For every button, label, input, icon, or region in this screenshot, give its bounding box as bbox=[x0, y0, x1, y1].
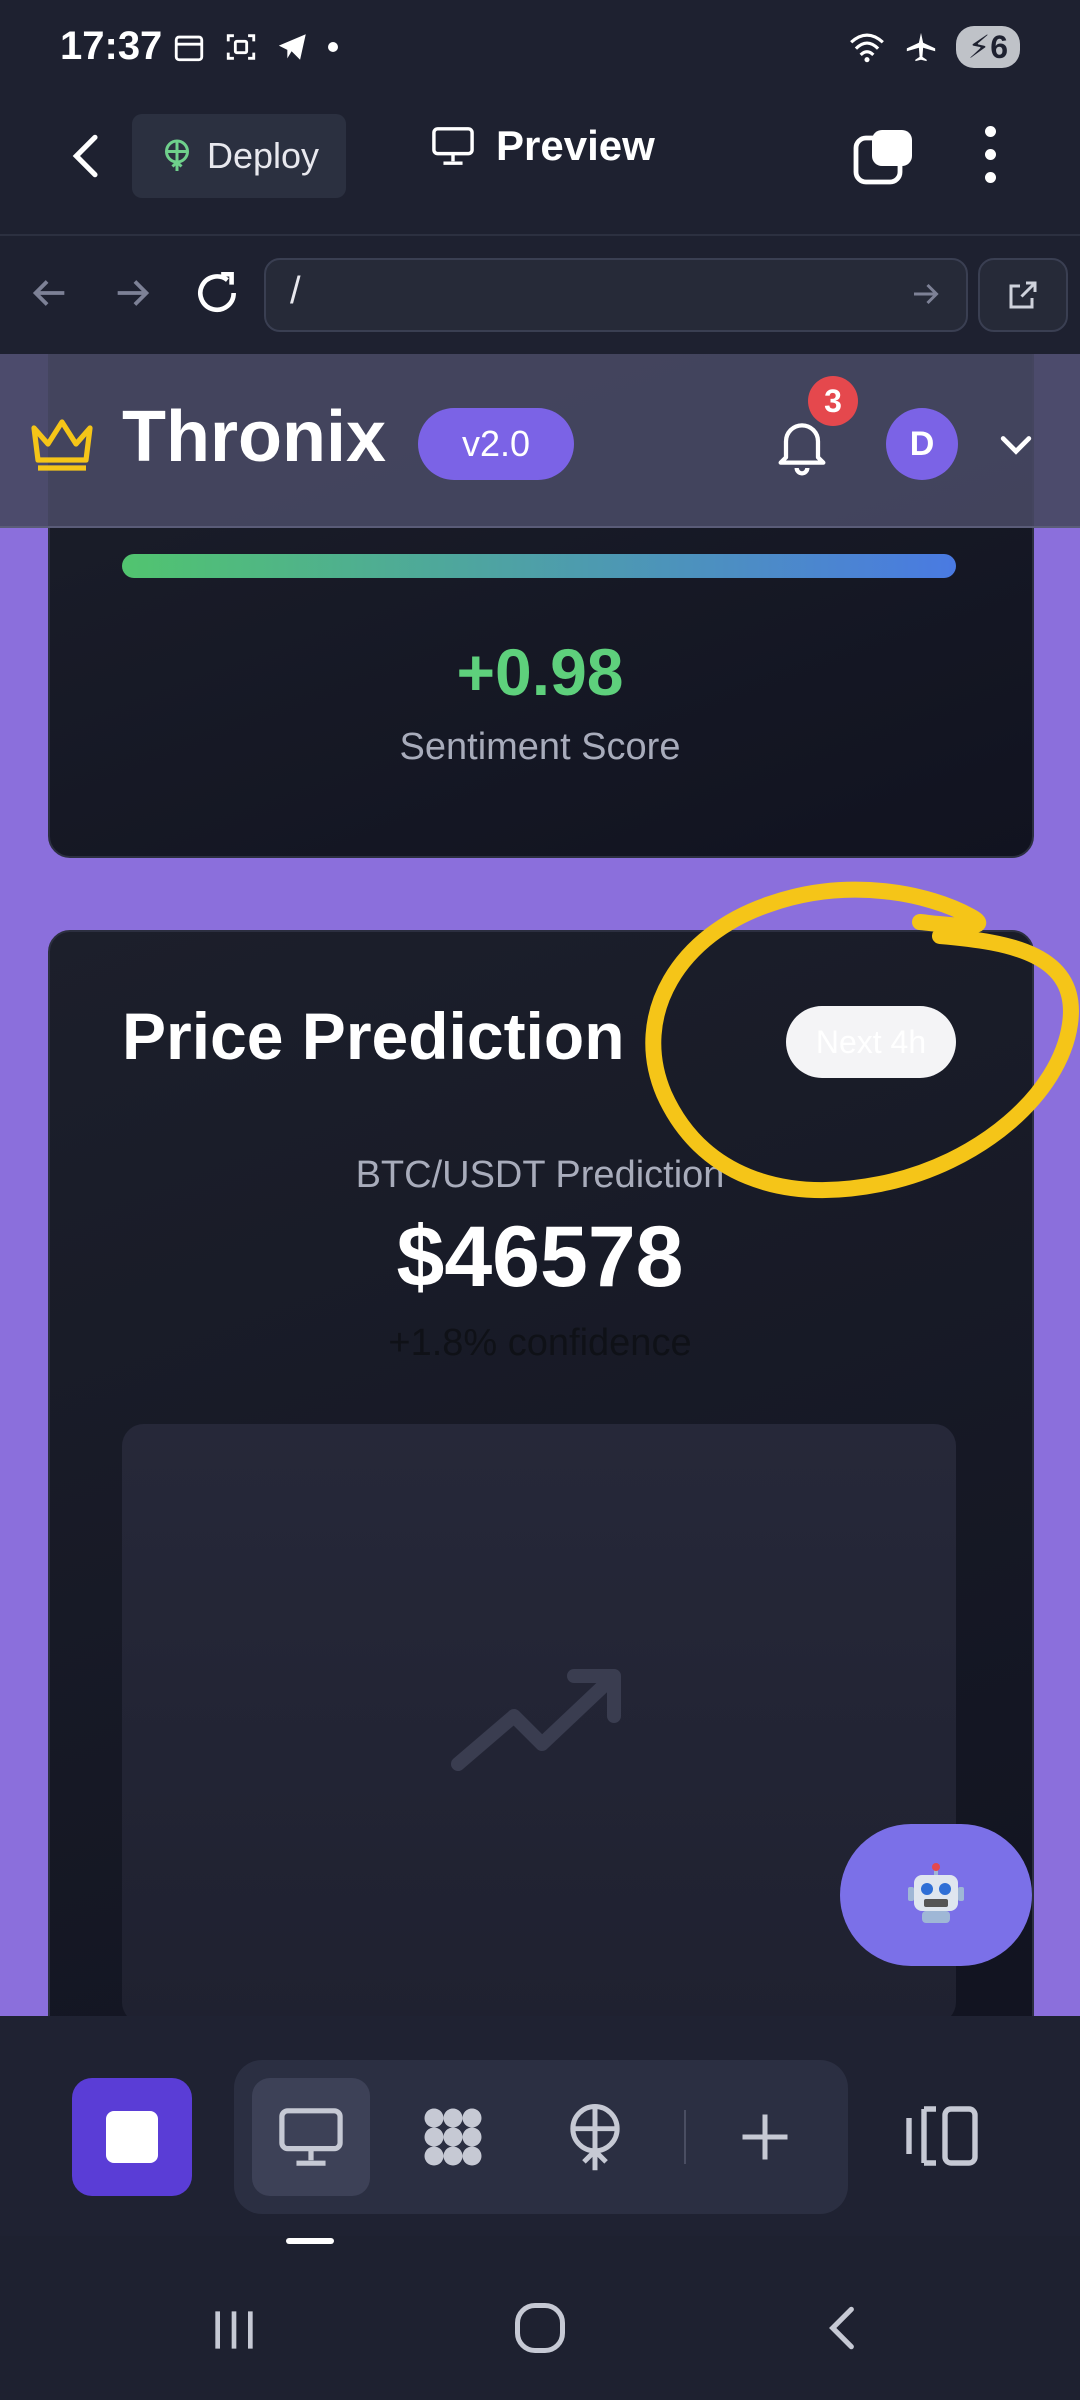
wifi-icon bbox=[849, 33, 884, 63]
annotation-circle bbox=[645, 881, 1079, 1198]
airplane-icon bbox=[906, 32, 935, 62]
tool-group bbox=[234, 2060, 848, 2214]
brand-name: Thronix bbox=[122, 397, 386, 477]
monitor-icon bbox=[279, 2108, 343, 2166]
home-button[interactable] bbox=[510, 2298, 570, 2363]
back-chevron-icon bbox=[829, 2306, 854, 2350]
chart-placeholder bbox=[122, 1424, 956, 2016]
url-input[interactable] bbox=[264, 258, 968, 332]
recent-apps-icon bbox=[215, 2311, 253, 2349]
arrow-left-icon bbox=[32, 280, 65, 306]
telegram-icon bbox=[278, 34, 306, 60]
screenshot-icon bbox=[226, 34, 256, 60]
confidence-text: +1.8% confidence bbox=[388, 1322, 692, 1364]
robot-icon bbox=[908, 1863, 964, 1923]
preview-tab[interactable]: Preview bbox=[430, 122, 655, 170]
arrow-right-icon bbox=[914, 283, 939, 305]
url-text: / bbox=[290, 270, 301, 312]
ai-assistant-button[interactable] bbox=[840, 1824, 1032, 1966]
deploy-globe-icon bbox=[164, 139, 189, 171]
system-back-button[interactable] bbox=[814, 2300, 870, 2361]
sentiment-score-label: Sentiment Score bbox=[399, 726, 681, 768]
arrow-right-icon bbox=[117, 280, 150, 306]
deploy-globe-icon bbox=[570, 2104, 620, 2171]
integrations-button[interactable] bbox=[394, 2078, 512, 2196]
stop-button[interactable] bbox=[72, 2078, 192, 2196]
overflow-menu-button[interactable] bbox=[968, 126, 1012, 186]
card-title: Price Prediction bbox=[122, 999, 625, 1073]
crown-icon bbox=[31, 419, 93, 471]
tabs-switcher-button[interactable] bbox=[852, 126, 916, 186]
sentiment-score: +0.98 bbox=[456, 635, 624, 709]
integrations-icon bbox=[424, 2108, 482, 2166]
plus-icon bbox=[742, 2114, 788, 2160]
url-go-button[interactable] bbox=[908, 276, 944, 317]
monitor-icon bbox=[432, 127, 474, 165]
deploy-label: Deploy bbox=[206, 135, 320, 176]
status-system-icons: ⚡6 bbox=[848, 26, 1020, 68]
active-tab-indicator bbox=[286, 2238, 334, 2244]
battery-level: 6 bbox=[990, 29, 1008, 65]
stop-icon bbox=[106, 2111, 158, 2163]
deploy-tool-button[interactable] bbox=[536, 2078, 654, 2196]
add-button[interactable] bbox=[706, 2078, 824, 2196]
chevron-down-icon bbox=[1000, 436, 1032, 455]
avatar[interactable]: D bbox=[886, 408, 958, 480]
account-menu-button[interactable] bbox=[994, 422, 1038, 471]
open-external-button[interactable] bbox=[978, 258, 1068, 332]
browser-back-button[interactable] bbox=[26, 270, 72, 321]
sentiment-progress-bar bbox=[122, 554, 956, 578]
notification-count-badge: 3 bbox=[808, 376, 858, 426]
home-icon bbox=[515, 2303, 565, 2353]
preview-mode-button[interactable] bbox=[252, 2078, 370, 2196]
more-vertical-icon bbox=[984, 126, 996, 183]
app-header: Thronix v2.0 3 D bbox=[0, 354, 1080, 528]
device-toggle-button[interactable] bbox=[900, 2100, 984, 2177]
device-switch-icon bbox=[906, 2106, 978, 2166]
tool-divider bbox=[684, 2110, 686, 2164]
dot-icon bbox=[328, 42, 338, 52]
deploy-button[interactable]: Deploy bbox=[132, 114, 346, 198]
calendar-icon bbox=[174, 35, 204, 62]
battery-indicator: ⚡6 bbox=[955, 26, 1020, 68]
external-link-icon bbox=[1009, 281, 1037, 309]
trending-up-icon bbox=[451, 1669, 621, 1771]
tabs-icon bbox=[853, 130, 912, 185]
back-button[interactable] bbox=[60, 128, 116, 184]
reload-icon bbox=[198, 271, 236, 313]
status-bar: 17:37 ⚡6 bbox=[0, 0, 1080, 100]
back-arrow-icon bbox=[72, 134, 98, 178]
recent-apps-button[interactable] bbox=[206, 2302, 262, 2363]
system-nav-bar bbox=[0, 2252, 1080, 2400]
status-time: 17:37 bbox=[60, 24, 163, 68]
version-badge: v2.0 bbox=[418, 408, 574, 480]
browser-forward-button[interactable] bbox=[110, 270, 156, 321]
status-notification-icons bbox=[172, 30, 338, 64]
web-preview: +0.98 Sentiment Score Price Prediction N… bbox=[0, 354, 1080, 2016]
preview-label: Preview bbox=[496, 122, 655, 169]
reload-button[interactable] bbox=[192, 268, 242, 323]
